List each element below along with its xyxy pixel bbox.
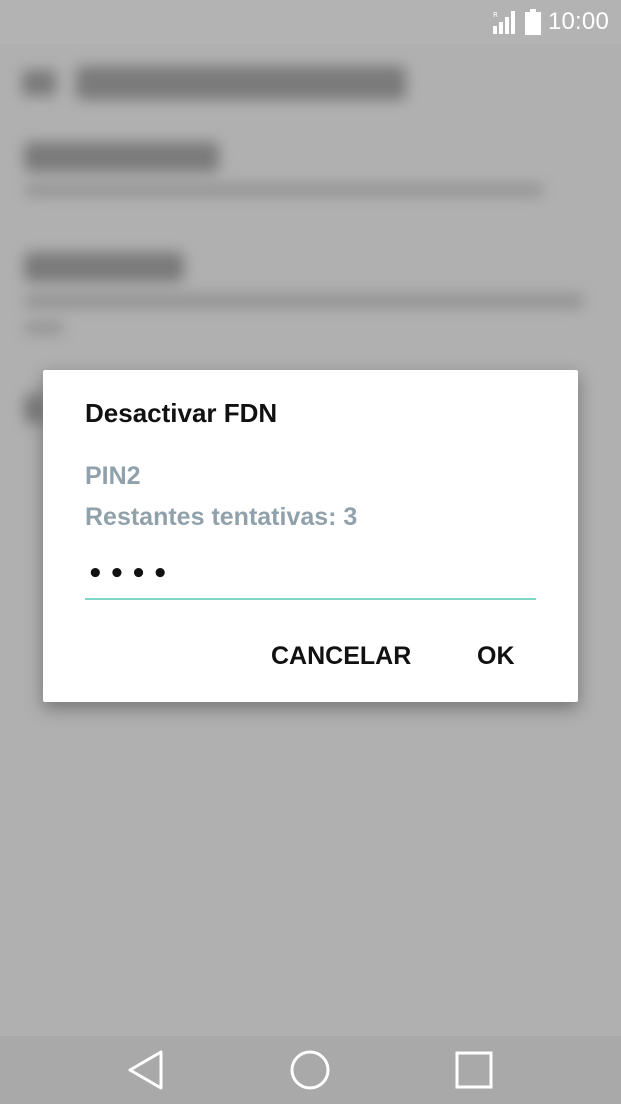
recents-button[interactable] <box>446 1044 502 1096</box>
background-setting-summary <box>24 322 64 334</box>
signal-roaming-icon: R <box>492 11 515 34</box>
dialog-title: Desactivar FDN <box>85 398 278 428</box>
pin2-input[interactable] <box>85 550 536 600</box>
status-icons: R 10:00 <box>492 8 609 36</box>
battery-full-icon <box>524 9 541 35</box>
svg-text:R: R <box>493 11 498 19</box>
home-button[interactable] <box>282 1044 338 1096</box>
background-back-arrow <box>22 70 56 96</box>
background-header-title <box>76 66 406 100</box>
background-setting-title <box>24 142 219 172</box>
background-setting-summary <box>24 184 544 196</box>
pin2-label: PIN2 <box>85 462 141 490</box>
status-clock: 10:00 <box>547 8 609 35</box>
cancel-button[interactable]: CANCELAR <box>265 638 417 675</box>
status-bar: R 10:00 <box>0 0 621 44</box>
background-setting-item <box>24 394 44 424</box>
background-setting-title <box>24 252 184 282</box>
ok-button[interactable]: OK <box>471 638 521 675</box>
navigation-bar <box>0 1036 621 1104</box>
pin-dialog: Desactivar FDN PIN2 Restantes tentativas… <box>43 370 578 702</box>
recents-square-icon <box>455 1051 493 1089</box>
back-button[interactable] <box>118 1044 174 1096</box>
home-circle-icon <box>290 1050 330 1090</box>
back-triangle-icon <box>128 1050 163 1090</box>
background-setting-summary <box>24 294 584 308</box>
remaining-attempts-label: Restantes tentativas: 3 <box>85 503 358 531</box>
